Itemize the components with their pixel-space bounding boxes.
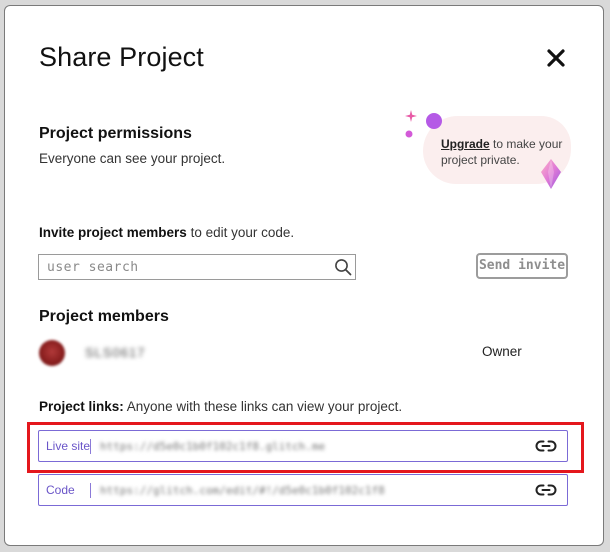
search-icon[interactable]	[334, 258, 352, 276]
field-divider	[90, 483, 91, 498]
sparkle-icon	[405, 110, 417, 122]
upgrade-message: Upgrade to make your project private.	[441, 136, 571, 168]
dot-small-icon	[405, 130, 413, 138]
dot-large-icon	[426, 113, 442, 129]
member-name: SLS0617	[85, 345, 146, 360]
avatar	[39, 340, 65, 366]
field-divider	[90, 439, 91, 454]
code-url[interactable]: https://glitch.com/edit/#!/d5e0c1b0f102c…	[100, 484, 385, 497]
members-title: Project members	[39, 308, 169, 325]
invite-label: Invite project members to edit your code…	[39, 225, 294, 240]
copy-link-icon[interactable]	[535, 481, 557, 499]
permissions-subtitle: Everyone can see your project.	[39, 151, 226, 166]
live-site-url[interactable]: https://d5e0c1b0f102c1f8.glitch.me	[100, 440, 325, 453]
send-invite-button[interactable]: Send invite	[476, 253, 568, 279]
copy-link-icon[interactable]	[535, 437, 557, 455]
invite-label-rest: to edit your code.	[186, 225, 295, 240]
dialog-title: Share Project	[39, 42, 204, 72]
member-role: Owner	[482, 344, 522, 359]
user-search-box	[38, 254, 356, 280]
invite-label-bold: Invite project members	[39, 225, 187, 240]
code-link-field[interactable]: Code https://glitch.com/edit/#!/d5e0c1b0…	[38, 474, 568, 506]
code-tag: Code	[46, 483, 75, 497]
project-links-label: Project links: Anyone with these links c…	[39, 399, 402, 414]
permissions-title: Project permissions	[39, 125, 192, 142]
live-site-tag: Live site	[46, 439, 91, 453]
share-project-dialog: Share Project Project permissions Everyo…	[4, 5, 604, 546]
project-links-label-bold: Project links:	[39, 399, 124, 414]
live-site-link-field[interactable]: Live site https://d5e0c1b0f102c1f8.glitc…	[38, 430, 568, 462]
user-search-input[interactable]	[39, 255, 332, 279]
close-icon[interactable]	[546, 48, 566, 68]
upgrade-card: Upgrade to make your project private.	[401, 106, 581, 190]
project-links-label-rest: Anyone with these links can view your pr…	[123, 399, 403, 414]
upgrade-link[interactable]: Upgrade	[441, 137, 490, 151]
